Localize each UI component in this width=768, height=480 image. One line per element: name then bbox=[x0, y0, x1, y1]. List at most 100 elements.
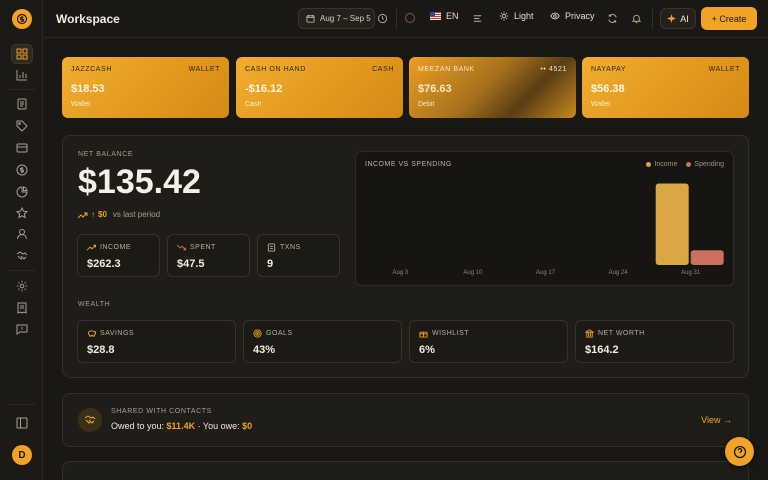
create-button[interactable]: + Create bbox=[701, 7, 757, 30]
top-header: Workspace Aug 7 – Sep 5 EN Light Privacy… bbox=[44, 0, 768, 38]
sidebar-item-split[interactable] bbox=[11, 246, 33, 266]
view-link[interactable]: View → bbox=[701, 415, 732, 425]
tag-icon bbox=[16, 120, 28, 132]
piggy-bank-icon bbox=[87, 330, 96, 337]
sparkle-icon bbox=[667, 14, 677, 23]
bar-spending-4[interactable] bbox=[690, 250, 724, 265]
wallet-card[interactable]: MEEZAN BANK •• 4521 $76.63 Debit bbox=[409, 57, 576, 118]
language-selector[interactable]: EN bbox=[430, 11, 459, 21]
wealth-label: WEALTH bbox=[78, 301, 111, 308]
wealth-card-net-worth[interactable]: NET WORTH $164.2 bbox=[575, 320, 734, 363]
handshake-icon bbox=[16, 251, 28, 260]
calendar-icon bbox=[306, 14, 315, 23]
bar-income-4[interactable] bbox=[655, 183, 689, 265]
stat-value: 9 bbox=[267, 258, 274, 270]
user-icon bbox=[17, 229, 27, 240]
gift-icon bbox=[419, 331, 428, 338]
sidebar-item-settings[interactable] bbox=[11, 276, 33, 296]
shared-contacts-panel: SHARED WITH CONTACTS Owed to you: $11.4K… bbox=[62, 393, 749, 447]
wealth-value: $28.8 bbox=[87, 344, 115, 356]
wealth-card-savings[interactable]: SAVINGS $28.8 bbox=[77, 320, 236, 363]
header-divider bbox=[652, 9, 653, 29]
arrow-up-icon: ↑ bbox=[91, 210, 95, 219]
owe-value: $0 bbox=[242, 421, 253, 431]
avatar[interactable]: D bbox=[12, 445, 32, 465]
sidebar-item-transactions[interactable] bbox=[11, 94, 33, 114]
document-icon bbox=[17, 98, 27, 110]
bell-icon[interactable] bbox=[630, 12, 643, 25]
sidebar-item-favorites[interactable] bbox=[11, 203, 33, 223]
sidebar-item-receipts[interactable] bbox=[11, 298, 33, 318]
overview-panel: NET BALANCE $135.42 ↑ $0 vs last period … bbox=[62, 135, 749, 378]
target-icon bbox=[253, 329, 262, 338]
wallet-name: CASH ON HAND bbox=[245, 66, 306, 73]
wealth-label-text: WISHLIST bbox=[432, 330, 470, 337]
theme-toggle[interactable]: Light bbox=[499, 11, 534, 21]
privacy-toggle[interactable]: Privacy bbox=[550, 11, 595, 21]
net-balance-label: NET BALANCE bbox=[78, 151, 134, 158]
handshake-icon bbox=[78, 408, 102, 432]
grid-icon bbox=[16, 48, 28, 60]
wallet-subtitle: Cash bbox=[245, 101, 262, 108]
wealth-card-goals[interactable]: GOALS 43% bbox=[243, 320, 402, 363]
wealth-card-wishlist[interactable]: WISHLIST 6% bbox=[409, 320, 568, 363]
wallet-amount: -$16.12 bbox=[245, 83, 283, 95]
stat-label: INCOME bbox=[100, 244, 131, 251]
status-indicator[interactable] bbox=[405, 13, 415, 23]
stat-card-spent[interactable]: SPENT $47.5 bbox=[167, 234, 250, 277]
wealth-value: 43% bbox=[253, 344, 276, 356]
date-range-label: Aug 7 – Sep 5 bbox=[320, 14, 371, 23]
sidebar-item-contacts[interactable] bbox=[11, 224, 33, 244]
sidebar-item-wallets[interactable] bbox=[11, 138, 33, 158]
wallet-card[interactable]: NAYAPAY WALLET $56.38 Wallet bbox=[582, 57, 749, 118]
help-button[interactable] bbox=[725, 437, 754, 466]
sidebar-item-analytics[interactable] bbox=[11, 65, 33, 85]
stat-label: TXNS bbox=[280, 244, 301, 251]
wallet-name: MEEZAN BANK bbox=[418, 66, 475, 73]
stat-card-transactions[interactable]: TXNS 9 bbox=[257, 234, 340, 277]
sidebar-item-budgets[interactable] bbox=[11, 160, 33, 180]
theme-label: Light bbox=[514, 11, 534, 21]
sidebar-collapse-button[interactable] bbox=[11, 413, 33, 433]
x-tick-label: Aug 3 bbox=[392, 270, 408, 276]
wallet-card[interactable]: JAZZCASH WALLET $18.53 Wallet bbox=[62, 57, 229, 118]
ai-label: AI bbox=[680, 13, 689, 24]
header-divider bbox=[396, 9, 397, 29]
wallet-name: NAYAPAY bbox=[591, 66, 627, 73]
net-balance-value: $135.42 bbox=[78, 163, 201, 201]
x-tick-label: Aug 24 bbox=[609, 270, 629, 276]
star-icon bbox=[16, 207, 28, 219]
wealth-value: 6% bbox=[419, 344, 435, 356]
chart-plot: Aug 3 Aug 10 Aug 17 Aug 24 Aug 31 bbox=[392, 183, 724, 276]
date-range-picker[interactable]: Aug 7 – Sep 5 bbox=[298, 8, 375, 29]
app-logo[interactable] bbox=[12, 9, 32, 29]
refresh-icon[interactable] bbox=[606, 12, 619, 25]
sidebar-item-tags[interactable] bbox=[11, 116, 33, 136]
privacy-label: Privacy bbox=[565, 11, 595, 21]
wallet-amount: $18.53 bbox=[71, 83, 105, 95]
sidebar-toggle-icon bbox=[16, 417, 28, 429]
page-title: Workspace bbox=[56, 12, 120, 26]
wallet-subtitle: Wallet bbox=[71, 101, 91, 108]
income-spending-chart: INCOME VS SPENDING Income Spending Aug 3… bbox=[355, 151, 734, 286]
wallet-amount: $56.38 bbox=[591, 83, 625, 95]
stat-card-income[interactable]: INCOME $262.3 bbox=[77, 234, 160, 277]
ai-button[interactable]: AI bbox=[660, 8, 696, 29]
sidebar-item-dashboard[interactable] bbox=[11, 44, 33, 64]
x-tick-label: Aug 31 bbox=[681, 270, 701, 276]
pie-chart-icon bbox=[16, 186, 28, 198]
wealth-label-text: SAVINGS bbox=[100, 330, 135, 337]
sidebar-item-feedback[interactable] bbox=[11, 319, 33, 339]
wallet-subtitle: Debit bbox=[418, 101, 435, 108]
wallet-card[interactable]: CASH ON HAND CASH -$16.12 Cash bbox=[236, 57, 403, 118]
sidebar-item-reports[interactable] bbox=[11, 182, 33, 202]
stat-label: SPENT bbox=[190, 244, 216, 251]
history-icon[interactable] bbox=[376, 12, 389, 25]
owed-label: Owed to you: bbox=[111, 421, 165, 431]
bar-chart-icon bbox=[16, 70, 27, 81]
sidebar-divider bbox=[8, 404, 35, 405]
sidebar: D bbox=[0, 0, 43, 480]
text-align-icon[interactable] bbox=[471, 12, 484, 25]
language-label: EN bbox=[446, 11, 459, 21]
dollar-icon bbox=[16, 13, 28, 25]
